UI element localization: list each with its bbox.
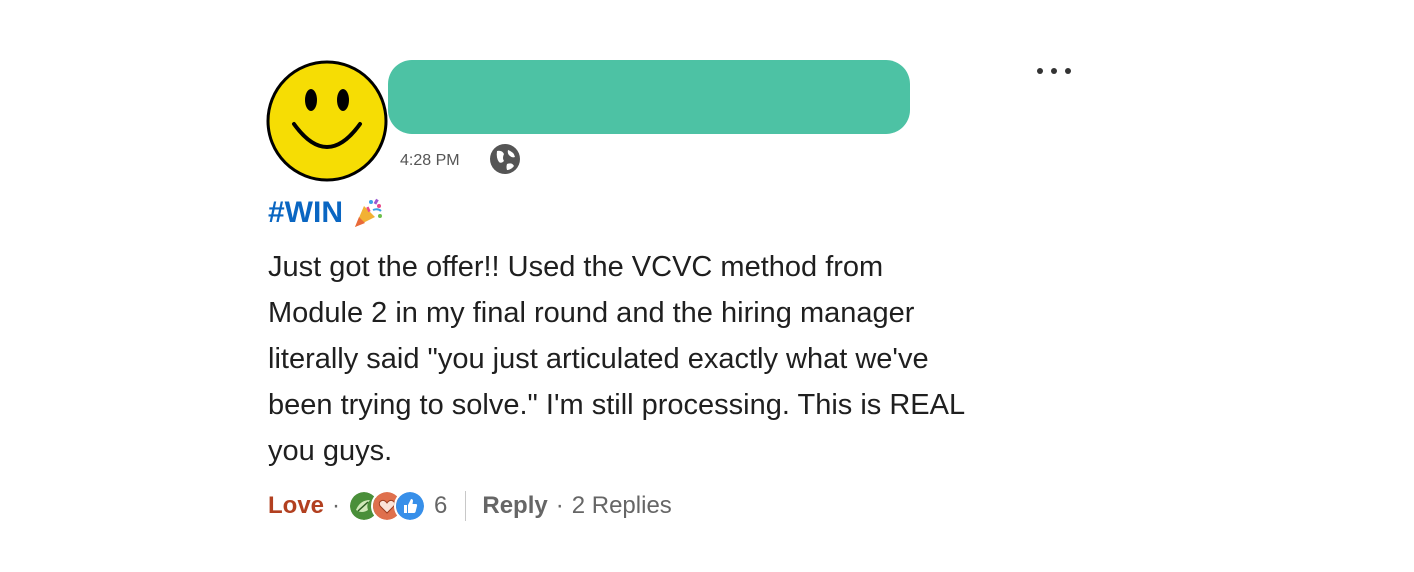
comment-body-line: Module 2 in my final round and the hirin… [268,297,915,329]
hashtag-link[interactable]: #WIN [268,196,343,230]
action-divider [465,491,467,521]
comment-action-bar: Love · 6 Reply · 2 Replies [268,486,672,526]
party-popper-icon [355,198,382,227]
comment-body-line: Just got the offer!! Used the VCVC metho… [268,251,884,283]
replies-link[interactable]: 2 Replies [572,492,672,520]
separator-dot: · [555,492,564,519]
comment-body: Just got the offer!! Used the VCVC metho… [268,244,1098,474]
comment-timestamp: 4:28 PM [400,152,460,169]
separator-dot: · [332,492,341,519]
author-name-redaction[interactable] [388,60,910,134]
reaction-button[interactable]: Love [268,492,324,520]
ellipsis-icon [1037,68,1071,74]
hashtag-line: #WIN [268,196,385,230]
comment-body-line: literally said "you just articulated exa… [268,343,929,375]
comment-body-line: you guys. [268,435,393,467]
comment-body-line: been trying to solve." I'm still process… [268,389,966,421]
reaction-summary[interactable] [348,490,427,522]
reply-button[interactable]: Reply [482,492,547,520]
globe-icon [490,144,520,174]
reaction-count[interactable]: 6 [434,492,447,520]
smiley-face-icon[interactable] [266,60,388,182]
more-options-button[interactable] [1030,56,1078,86]
like-reaction-icon [394,490,427,522]
